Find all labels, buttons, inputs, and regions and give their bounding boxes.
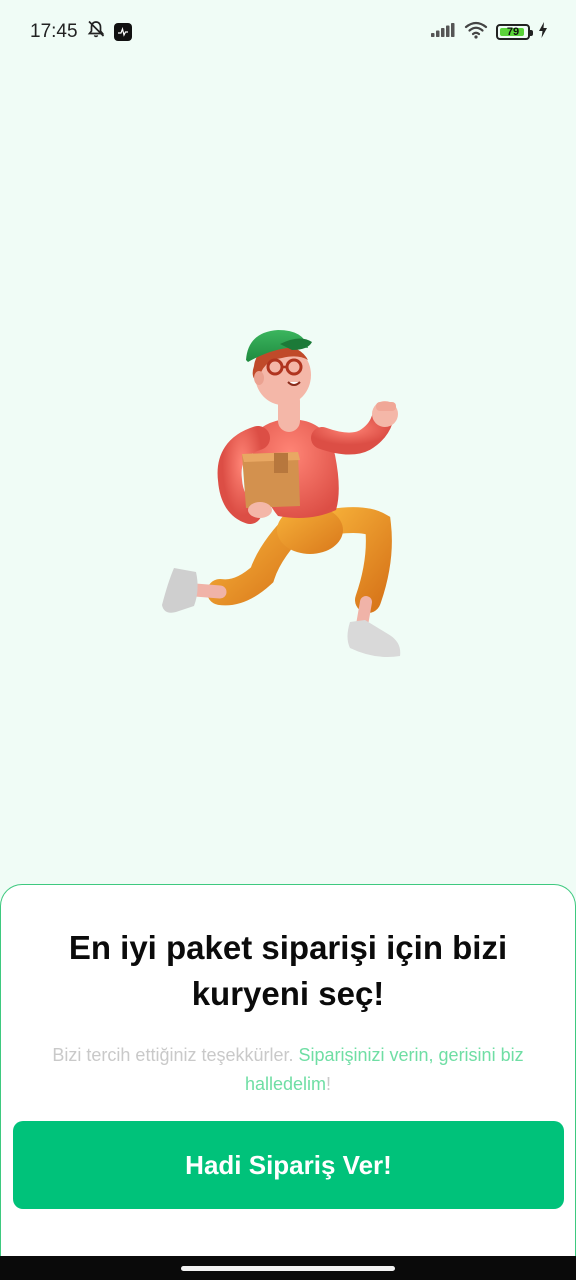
subtitle-muted: Bizi tercih ettiğiniz teşekkürler. xyxy=(52,1045,299,1065)
bottom-sheet: En iyi paket siparişi için bizi kuryeni … xyxy=(0,884,576,1256)
courier-illustration xyxy=(150,320,420,670)
battery-tip xyxy=(530,30,533,36)
status-right: 79 xyxy=(430,21,548,44)
status-time: 17:45 xyxy=(30,21,78,42)
battery-level: 79 xyxy=(506,26,520,38)
sheet-subtitle: Bizi tercih ettiğiniz teşekkürler. Sipar… xyxy=(15,1041,561,1099)
home-indicator[interactable] xyxy=(181,1266,395,1271)
sheet-title: En iyi paket siparişi için bizi kuryeni … xyxy=(68,929,508,1012)
order-button[interactable]: Hadi Sipariş Ver! xyxy=(13,1121,564,1209)
status-left: 17:45 xyxy=(30,19,132,45)
signal-icon xyxy=(430,22,456,43)
battery-icon: 79 xyxy=(496,24,533,40)
wifi-icon xyxy=(464,21,488,44)
notifications-off-icon xyxy=(86,19,106,45)
app-badge-icon xyxy=(113,23,132,41)
navigation-bar xyxy=(0,1256,576,1280)
charging-icon xyxy=(538,21,548,43)
subtitle-end: ! xyxy=(326,1074,332,1094)
status-bar: 17:45 79 xyxy=(0,0,576,64)
